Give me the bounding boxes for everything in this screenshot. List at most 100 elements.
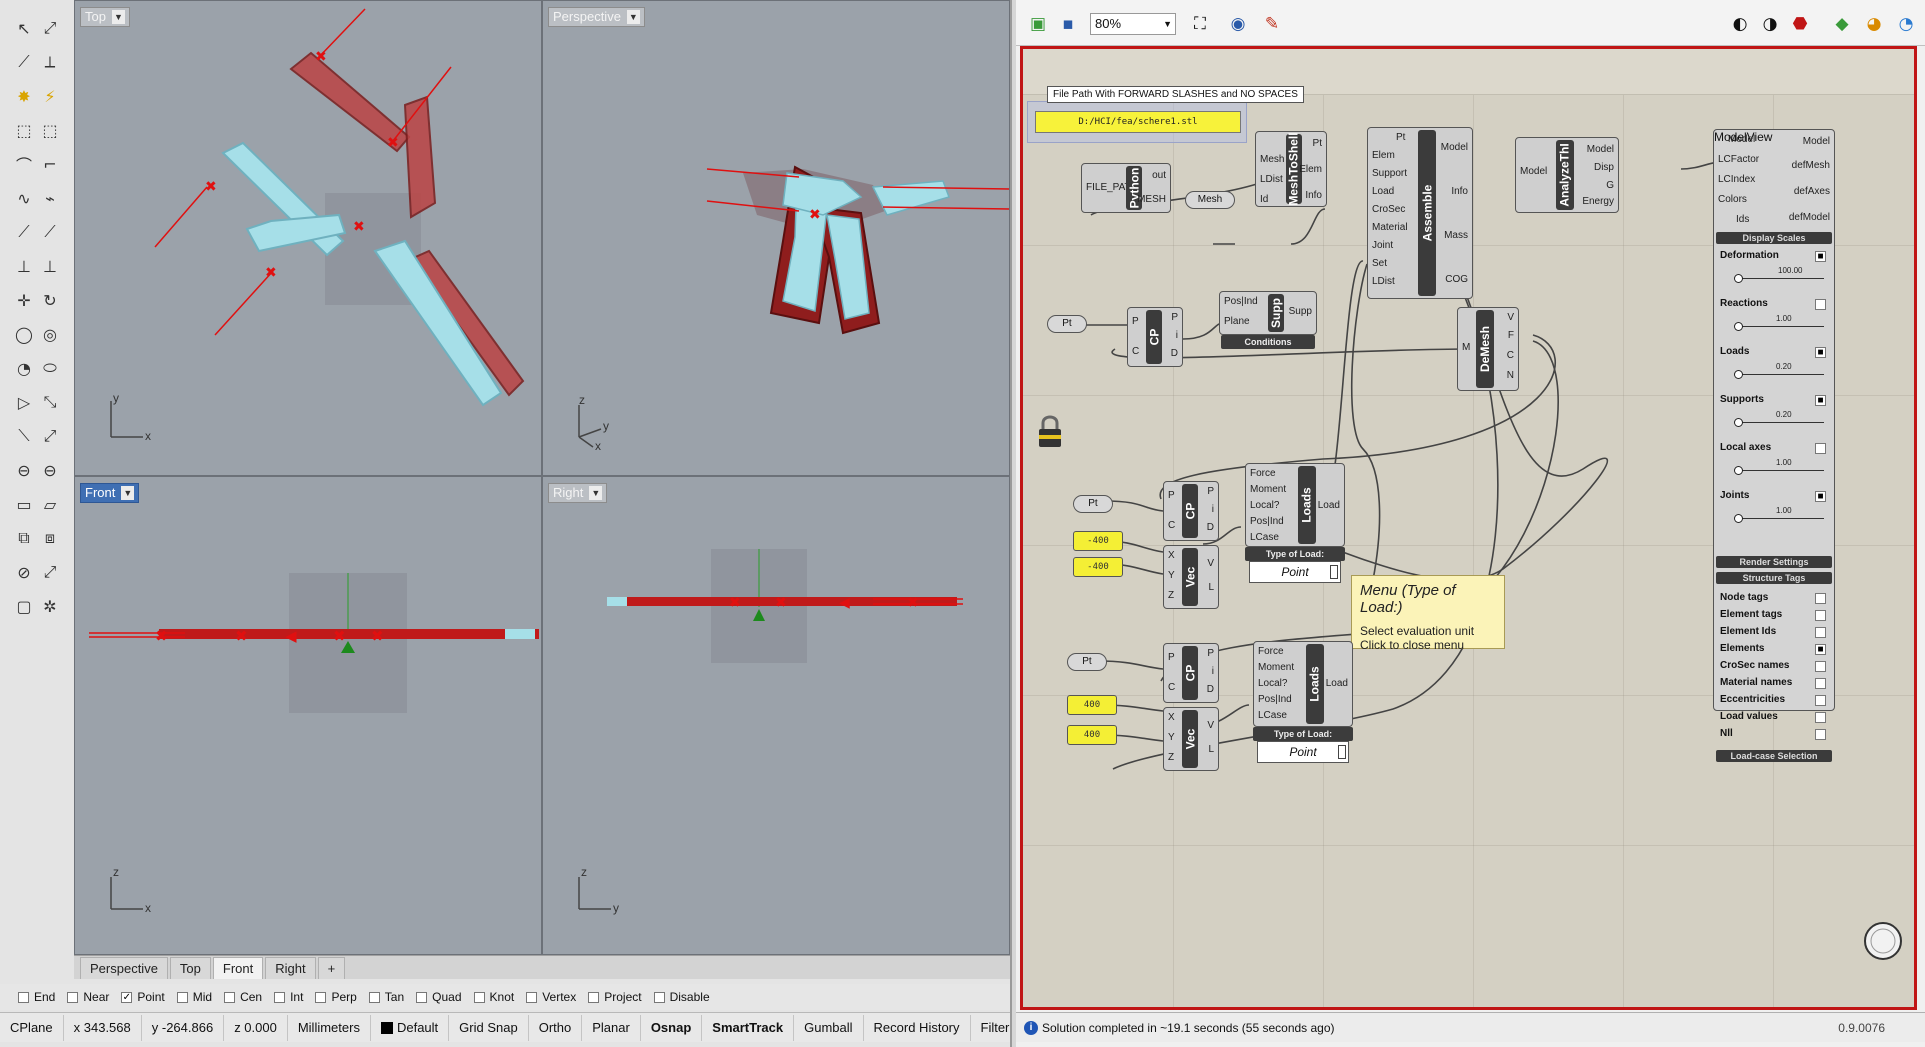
- assemble-input-set[interactable]: Set: [1372, 258, 1387, 269]
- point-parameter[interactable]: Pt: [1073, 495, 1113, 513]
- slider-knob[interactable]: [1734, 370, 1743, 379]
- vec-input-y[interactable]: Y: [1168, 732, 1175, 743]
- sketch-pen-icon[interactable]: ✎: [1260, 12, 1284, 36]
- assemble-input-pt[interactable]: Pt: [1396, 132, 1405, 143]
- ortho-toggle[interactable]: Ortho: [529, 1014, 583, 1041]
- cp-input-c[interactable]: C: [1132, 346, 1139, 357]
- zoom-extents-icon[interactable]: ⛶: [1188, 12, 1212, 36]
- cp-component[interactable]: P C CP P i D: [1163, 643, 1219, 703]
- mesh-to-shell-component[interactable]: Mesh LDist Id MeshToShell Pt Elem Info: [1255, 131, 1327, 207]
- gumball-toggle[interactable]: Gumball: [794, 1014, 864, 1041]
- analyze-component[interactable]: Model AnalyzeThI Model Disp G Energy: [1515, 137, 1619, 213]
- viewport-perspective[interactable]: ✖ z y x Perspective ▼: [542, 0, 1010, 476]
- assemble-output-mass[interactable]: Mass: [1444, 230, 1468, 241]
- structure-tag-checkbox[interactable]: ■: [1815, 644, 1826, 655]
- structure-tag-checkbox[interactable]: [1815, 593, 1826, 604]
- menu-toggle-icon[interactable]: [1330, 565, 1338, 579]
- osnap-checkbox[interactable]: ✓: [121, 991, 133, 1003]
- solid-icon[interactable]: ⧉: [12, 526, 36, 550]
- analyze-input-model[interactable]: Model: [1520, 166, 1547, 177]
- display-settings-icon[interactable]: ◕: [1862, 12, 1886, 36]
- zoom-dropdown[interactable]: 80% ▼: [1090, 13, 1176, 35]
- cp-input-c[interactable]: C: [1168, 520, 1175, 531]
- slider-knob[interactable]: [1734, 274, 1743, 283]
- analyze-output-g[interactable]: G: [1606, 180, 1614, 191]
- vec-input-y[interactable]: Y: [1168, 570, 1175, 581]
- display-row-checkbox[interactable]: ■: [1815, 491, 1826, 502]
- structure-tag-checkbox[interactable]: [1815, 678, 1826, 689]
- assemble-component[interactable]: Pt Elem Support Load CroSec Material Joi…: [1367, 127, 1473, 299]
- load-type-menu[interactable]: Point: [1249, 561, 1341, 583]
- assemble-input-material[interactable]: Material: [1372, 222, 1408, 233]
- demesh-component[interactable]: M DeMesh V F C N: [1457, 307, 1519, 391]
- viewport-title-front[interactable]: Front ▼: [80, 483, 140, 503]
- loads-input-lcase[interactable]: LCase: [1250, 532, 1279, 543]
- slider-knob[interactable]: [1734, 418, 1743, 427]
- osnap-checkbox[interactable]: [473, 991, 485, 1003]
- offset-icon[interactable]: ⤡: [38, 390, 62, 414]
- curve-icon[interactable]: ✸: [12, 84, 36, 108]
- structure-tag-checkbox[interactable]: [1815, 627, 1826, 638]
- transform-icon[interactable]: ⤢: [38, 560, 62, 584]
- modelview-output-defmesh[interactable]: defMesh: [1792, 160, 1830, 171]
- display-row-checkbox[interactable]: ■: [1815, 395, 1826, 406]
- number-slider[interactable]: -400: [1073, 557, 1123, 577]
- viewport-top[interactable]: ✖ ✖ ✖ ✖ ✖ y x Top ▼: [74, 0, 542, 476]
- modelview-output-model[interactable]: Model: [1803, 136, 1830, 147]
- mts-input-ldist[interactable]: LDist: [1260, 174, 1283, 185]
- tab-front[interactable]: Front: [212, 957, 264, 979]
- modelview-output-defmodel[interactable]: defModel: [1789, 212, 1830, 223]
- ellipse-icon[interactable]: ⬭: [38, 356, 62, 380]
- vec-output-v[interactable]: V: [1207, 558, 1214, 569]
- preview-selected-icon[interactable]: ⬣: [1788, 12, 1812, 36]
- osnap-checkbox[interactable]: [588, 991, 600, 1003]
- vec-input-x[interactable]: X: [1168, 550, 1175, 561]
- structure-tag-checkbox[interactable]: [1815, 712, 1826, 723]
- display-row-slider[interactable]: [1734, 370, 1824, 379]
- osnap-tan[interactable]: Tan: [368, 990, 404, 1004]
- loads-input-force[interactable]: Force: [1258, 646, 1284, 657]
- number-slider[interactable]: 400: [1067, 695, 1117, 715]
- line-segments-icon[interactable]: ⟋: [12, 220, 36, 244]
- osnap-mid[interactable]: Mid: [176, 990, 212, 1004]
- cp-output-d[interactable]: D: [1207, 684, 1214, 695]
- modelview-component[interactable]: Model LCFactor LCIndex Colors Ids ModelV…: [1713, 129, 1835, 762]
- render-settings-header[interactable]: Render Settings: [1716, 556, 1832, 568]
- demesh-output-v[interactable]: V: [1507, 312, 1514, 323]
- cp-output-p[interactable]: P: [1207, 648, 1214, 659]
- cp-component[interactable]: P C CP P i D: [1163, 481, 1219, 541]
- osnap-perp[interactable]: Perp: [315, 990, 357, 1004]
- osnap-checkbox[interactable]: [18, 991, 29, 1003]
- analyze-output-model[interactable]: Model: [1587, 144, 1614, 155]
- analyze-output-energy[interactable]: Energy: [1582, 196, 1614, 207]
- osnap-vertex[interactable]: Vertex: [526, 990, 576, 1004]
- loads-input-posind[interactable]: Pos|Ind: [1250, 516, 1284, 527]
- fillet-icon[interactable]: ⌐: [38, 152, 62, 176]
- osnap-checkbox[interactable]: [653, 991, 665, 1003]
- navigation-wheel-icon[interactable]: [1861, 919, 1905, 963]
- circle-3pt-icon[interactable]: ◎: [38, 322, 62, 346]
- load-type-menu[interactable]: Point: [1257, 741, 1349, 763]
- display-row-slider[interactable]: [1734, 514, 1824, 523]
- modelview-input-lcfactor[interactable]: LCFactor: [1718, 154, 1759, 165]
- rotate-icon[interactable]: ↻: [38, 288, 62, 312]
- osnap-quad[interactable]: Quad: [416, 990, 462, 1004]
- sun-icon[interactable]: ✲: [38, 594, 62, 618]
- dimension-icon[interactable]: ▢: [12, 594, 36, 618]
- cp-component[interactable]: P C CP P i D: [1127, 307, 1183, 367]
- loads-input-moment[interactable]: Moment: [1258, 662, 1294, 673]
- arc-icon[interactable]: ⌒: [12, 152, 36, 176]
- assemble-input-load[interactable]: Load: [1372, 186, 1394, 197]
- viewport-title-perspective[interactable]: Perspective ▼: [548, 7, 645, 27]
- osnap-near[interactable]: Near: [67, 990, 109, 1004]
- curve-tools-icon[interactable]: ⚡: [38, 84, 62, 108]
- display-row-checkbox[interactable]: [1815, 443, 1826, 454]
- grasshopper-canvas[interactable]: File Path With FORWARD SLASHES and NO SP…: [1020, 46, 1917, 1010]
- vec-input-z[interactable]: Z: [1168, 590, 1174, 601]
- mts-input-id[interactable]: Id: [1260, 194, 1268, 205]
- loads-input-moment[interactable]: Moment: [1250, 484, 1286, 495]
- osnap-checkbox[interactable]: [315, 991, 327, 1003]
- slider-knob[interactable]: [1734, 466, 1743, 475]
- viewport-title-top[interactable]: Top ▼: [80, 7, 130, 27]
- menu-toggle-icon[interactable]: [1338, 745, 1346, 759]
